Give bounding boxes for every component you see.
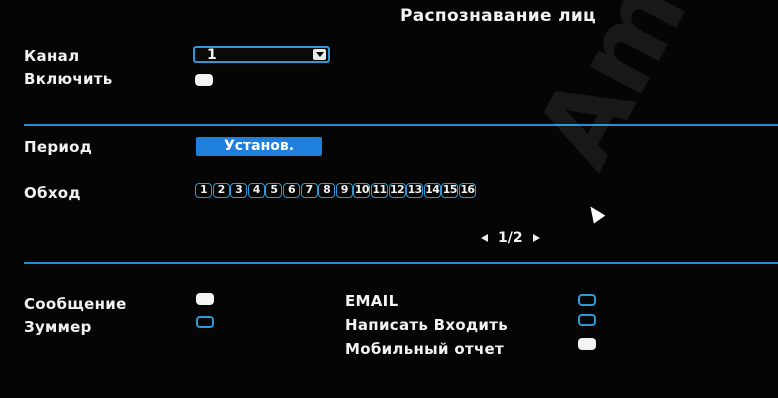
write-input-label: Написать Входить (345, 316, 508, 334)
mouse-cursor-icon (584, 202, 606, 224)
divider-top (24, 124, 778, 126)
patrol-channel-16[interactable]: 16 (458, 183, 476, 198)
next-page-icon[interactable] (532, 234, 540, 242)
patrol-channel-8[interactable]: 8 (318, 183, 336, 198)
pager: 1/2 (481, 230, 540, 246)
buzzer-label: Зуммер (24, 318, 92, 336)
message-checkbox[interactable] (196, 293, 214, 305)
period-set-button[interactable]: Установ. (196, 137, 322, 156)
patrol-channel-7[interactable]: 7 (300, 183, 318, 198)
patrol-channel-13[interactable]: 13 (406, 183, 424, 198)
write-input-checkbox[interactable] (578, 314, 596, 326)
divider-bottom (24, 262, 778, 264)
face-recognition-panel: Распознавание лиц Канал 1 Включить Перио… (0, 0, 778, 398)
patrol-channel-9[interactable]: 9 (335, 183, 353, 198)
patrol-channel-14[interactable]: 14 (423, 183, 441, 198)
enable-checkbox[interactable] (195, 74, 213, 86)
patrol-channel-15[interactable]: 15 (441, 183, 459, 198)
patrol-channel-2[interactable]: 2 (212, 183, 230, 198)
enable-label: Включить (24, 70, 113, 88)
chevron-down-icon[interactable] (313, 49, 326, 60)
buzzer-checkbox[interactable] (196, 316, 214, 328)
channel-label: Канал (24, 47, 80, 65)
patrol-channel-1[interactable]: 1 (195, 183, 212, 198)
watermark: Ama (512, 0, 745, 186)
prev-page-icon[interactable] (481, 234, 488, 242)
patrol-channel-12[interactable]: 12 (388, 183, 406, 198)
mobile-report-label: Мобильный отчет (345, 340, 505, 358)
channel-value: 1 (207, 47, 217, 63)
email-label: EMAIL (345, 292, 399, 310)
patrol-channel-3[interactable]: 3 (230, 183, 248, 198)
channel-select[interactable]: 1 (193, 46, 330, 63)
page-indicator: 1/2 (498, 230, 523, 246)
patrol-channel-list: 1 2 3 4 5 6 7 8 9 10 11 12 13 14 15 16 (195, 183, 477, 198)
patrol-channel-5[interactable]: 5 (265, 183, 283, 198)
email-checkbox[interactable] (578, 294, 596, 306)
message-label: Сообщение (24, 295, 127, 313)
mobile-report-checkbox[interactable] (578, 338, 596, 350)
patrol-channel-11[interactable]: 11 (370, 183, 388, 198)
patrol-channel-6[interactable]: 6 (282, 183, 300, 198)
period-label: Период (24, 138, 93, 156)
patrol-label: Обход (24, 184, 81, 202)
patrol-channel-4[interactable]: 4 (247, 183, 265, 198)
patrol-channel-10[interactable]: 10 (353, 183, 371, 198)
